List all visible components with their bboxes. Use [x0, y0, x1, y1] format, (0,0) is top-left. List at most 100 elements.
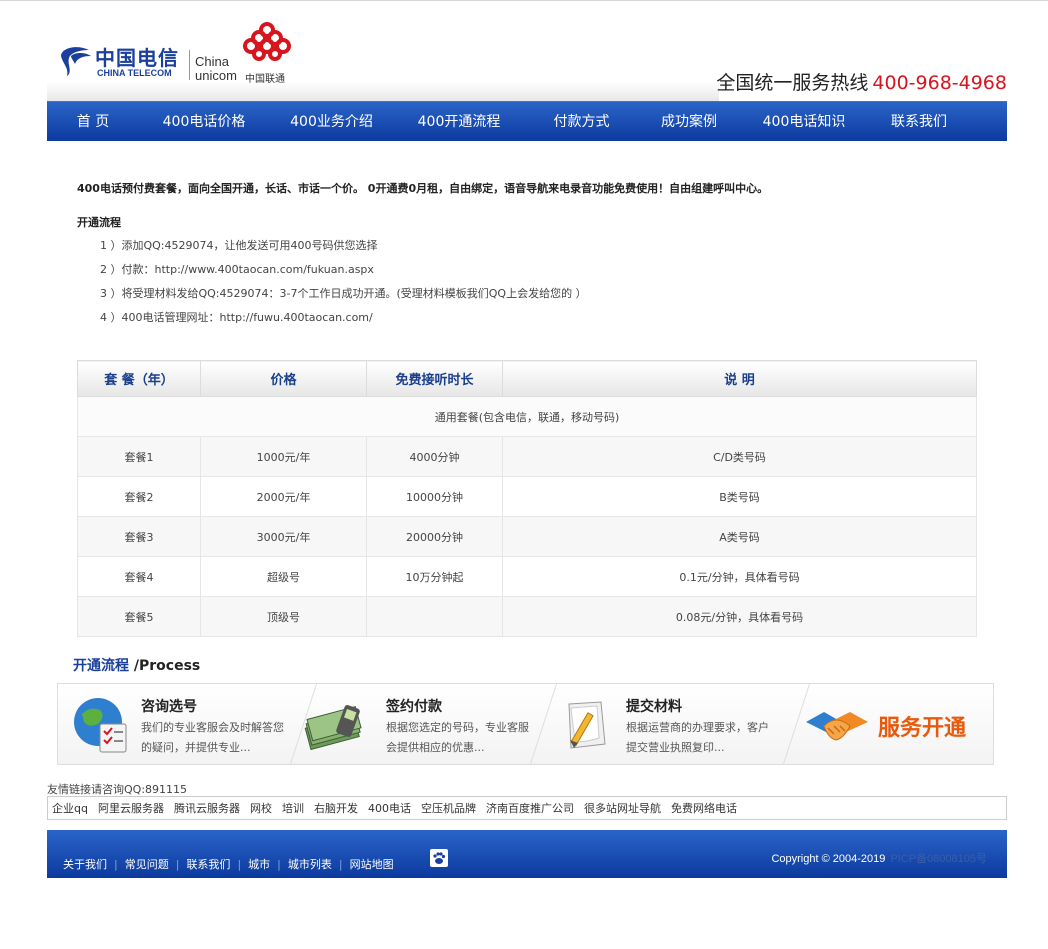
- friend-link[interactable]: 网校: [250, 800, 272, 816]
- unicom-cn-text: 中国联通: [245, 74, 285, 85]
- table-cell: 2000元/年: [200, 476, 367, 517]
- logo-divider: [189, 50, 190, 80]
- header: 中国电信 CHINA TELECOM China unicom 中国联通 全国统…: [47, 0, 1007, 102]
- table-header-price: 价格: [200, 360, 367, 397]
- table-row: 套餐2 2000元/年 10000分钟 B类号码: [77, 476, 977, 517]
- footer-links: 关于我们 | 常见问题 | 联系我们 | 城市 | 城市列表 | 网站地图: [63, 856, 394, 872]
- table-header-note: 说 明: [502, 360, 977, 397]
- table-header-minutes: 免费接听时长: [366, 360, 503, 397]
- process-step-desc: 我们的专业客服会及时解答您的疑问，并提供专业...: [141, 721, 284, 754]
- table-cell: 顶级号: [200, 596, 367, 637]
- table-cell: 套餐3: [77, 516, 201, 557]
- nav-item-payment[interactable]: 付款方式: [524, 102, 639, 142]
- process-title: 开通流程 /Process: [73, 655, 200, 675]
- friend-link[interactable]: 400电话: [368, 800, 411, 816]
- footer-link-sitemap[interactable]: 网站地图: [350, 856, 394, 872]
- service-hotline: 全国统一服务热线 400-968-4968: [716, 68, 1007, 95]
- table-cell: 套餐2: [77, 476, 201, 517]
- telecom-en-text: CHINA TELECOM: [97, 68, 172, 78]
- footer-separator: |: [338, 857, 343, 871]
- table-row: 套餐5 顶级号 0.08元/分钟，具体看号码: [77, 596, 977, 637]
- table-general-cell: 通用套餐(包含电信，联通，移动号码): [77, 396, 977, 437]
- footer: 关于我们 | 常见问题 | 联系我们 | 城市 | 城市列表 | 网站地图 Co…: [47, 830, 1007, 878]
- footer-link-contact[interactable]: 联系我们: [186, 856, 230, 872]
- flow-steps: 1 ）添加QQ:4529074，让他发送可用400号码供您选择 2 ）付款：ht…: [100, 238, 587, 334]
- friend-link[interactable]: 企业qq: [52, 800, 88, 816]
- nav-item-business[interactable]: 400业务介绍: [269, 102, 394, 142]
- nav-item-price[interactable]: 400电话价格: [139, 102, 269, 142]
- flow-step: 1 ）添加QQ:4529074，让他发送可用400号码供您选择: [100, 239, 378, 252]
- table-cell: 20000分钟: [366, 516, 503, 557]
- flow-step: 2 ）付款：http://www.400taocan.com/fukuan.as…: [100, 263, 374, 276]
- unicom-en-text: unicom: [195, 68, 237, 83]
- process-step-consult: 咨询选号 我们的专业客服会及时解答您的疑问，并提供专业...: [66, 684, 306, 764]
- friend-link[interactable]: 腾讯云服务器: [174, 800, 240, 816]
- table-cell: A类号码: [502, 516, 977, 557]
- telecom-swirl-icon: [61, 47, 91, 76]
- table-cell: 0.1元/分钟，具体看号码: [502, 556, 977, 597]
- table-row: 套餐3 3000元/年 20000分钟 A类号码: [77, 516, 977, 557]
- table-row-general: 通用套餐(包含电信，联通，移动号码): [77, 396, 977, 437]
- header-shade: [47, 82, 719, 102]
- nav-item-contact[interactable]: 联系我们: [869, 102, 969, 142]
- friend-links: 企业qq 阿里云服务器 腾讯云服务器 网校 培训 右脑开发 400电话 空压机品…: [47, 796, 1007, 820]
- friend-link[interactable]: 免费网络电话: [671, 800, 737, 816]
- flow-title: 开通流程: [77, 216, 121, 229]
- unicom-knot-icon: [243, 22, 291, 61]
- handshake-icon: [806, 712, 868, 741]
- money-phone-icon: [304, 705, 362, 751]
- baidu-paw-icon[interactable]: [430, 849, 448, 867]
- intro-text: 400电话预付费套餐，面向全国开通，长话、市话一个价。 0开通费0月租，自由绑定…: [77, 182, 769, 195]
- process-step-payment: 签约付款 根据您选定的号码，专业客服会提供相应的优惠...: [304, 684, 548, 764]
- copyright-text: Copyright © 2004-2019: [771, 853, 886, 865]
- nav-item-knowledge[interactable]: 400电话知识: [739, 102, 869, 142]
- table-cell: 10万分钟起: [366, 556, 503, 597]
- nav-item-home[interactable]: 首 页: [47, 102, 139, 142]
- table-cell: B类号码: [502, 476, 977, 517]
- table-cell: 超级号: [200, 556, 367, 597]
- friend-links-title: 友情链接请咨询QQ:891115: [47, 783, 188, 796]
- footer-link-about[interactable]: 关于我们: [63, 856, 107, 872]
- china-unicom-logo[interactable]: China unicom 中国联通: [195, 22, 305, 85]
- telecom-cn-text: 中国电信: [95, 46, 179, 70]
- process-step-desc: 根据您选定的号码，专业客服会提供相应的优惠...: [386, 721, 529, 754]
- table-cell: 套餐1: [77, 436, 201, 477]
- table-header-package: 套 餐（年）: [77, 360, 201, 397]
- icp-number[interactable]: PICP备08008105号: [890, 853, 987, 865]
- footer-link-city-list[interactable]: 城市列表: [288, 856, 332, 872]
- table-cell: 1000元/年: [200, 436, 367, 477]
- table-cell: [366, 596, 503, 637]
- price-table: 套 餐（年） 价格 免费接听时长 说 明 通用套餐(包含电信，联通，移动号码) …: [77, 360, 977, 637]
- footer-link-faq[interactable]: 常见问题: [125, 856, 169, 872]
- friend-link[interactable]: 空压机品牌: [421, 800, 476, 816]
- process-banner: 咨询选号 我们的专业客服会及时解答您的疑问，并提供专业... 签约付款 根据您选…: [57, 683, 994, 765]
- table-cell: 套餐5: [77, 596, 201, 637]
- friend-link[interactable]: 阿里云服务器: [98, 800, 164, 816]
- copyright: Copyright © 2004-2019 PICP备08008105号: [771, 850, 987, 866]
- process-step-title: 咨询选号: [141, 699, 197, 715]
- main-nav: 首 页 400电话价格 400业务介绍 400开通流程 付款方式 成功案例 40…: [47, 101, 1007, 141]
- flow-step: 3 ）将受理材料发给QQ:4529074：3-7个工作日成功开通。(受理材料模板…: [100, 287, 587, 300]
- footer-separator: |: [114, 857, 118, 871]
- nav-item-process[interactable]: 400开通流程: [394, 102, 524, 142]
- table-cell: 10000分钟: [366, 476, 503, 517]
- china-telecom-logo[interactable]: 中国电信 CHINA TELECOM: [57, 40, 187, 80]
- process-step-title: 签约付款: [386, 699, 442, 715]
- table-row: 套餐4 超级号 10万分钟起 0.1元/分钟，具体看号码: [77, 556, 977, 597]
- process-step-title: 提交材料: [626, 699, 682, 715]
- hotline-number: 400-968-4968: [872, 72, 1007, 94]
- friend-link[interactable]: 济南百度推广公司: [486, 800, 574, 816]
- friend-link[interactable]: 培训: [282, 800, 304, 816]
- friend-link[interactable]: 很多站网址导航: [584, 800, 661, 816]
- nav-item-cases[interactable]: 成功案例: [639, 102, 739, 142]
- document-pencil-icon: [568, 701, 606, 749]
- footer-link-city[interactable]: 城市: [248, 856, 270, 872]
- footer-separator: |: [277, 857, 281, 871]
- footer-separator: |: [175, 857, 180, 871]
- globe-checklist-icon: [74, 698, 127, 753]
- table-cell: 4000分钟: [366, 436, 503, 477]
- process-title-cn: 开通流程: [73, 658, 129, 674]
- friend-link[interactable]: 右脑开发: [314, 800, 358, 816]
- flow-step: 4 ）400电话管理网址：http://fuwu.400taocan.com/: [100, 311, 373, 324]
- unicom-china-text: China: [195, 54, 229, 69]
